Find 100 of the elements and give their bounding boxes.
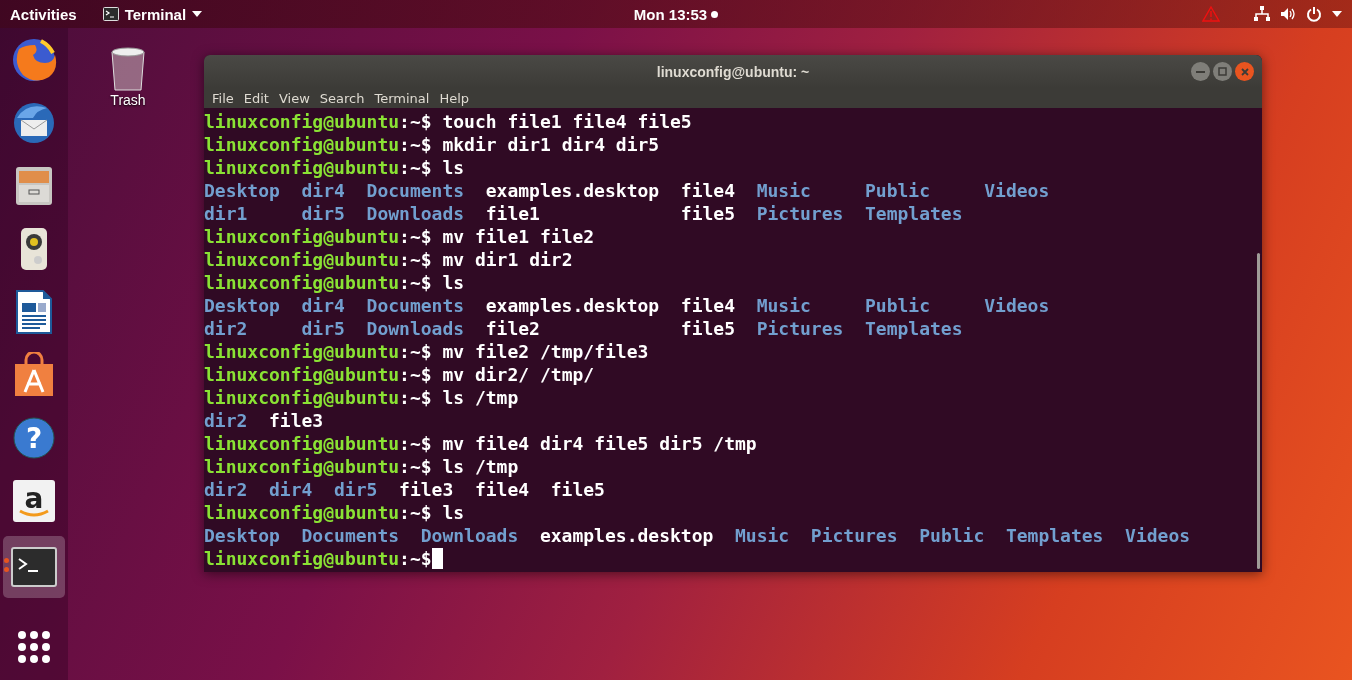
directory-name: Pictures xyxy=(810,524,899,547)
dock-button[interactable] xyxy=(3,536,65,598)
directory-name: Templates xyxy=(865,317,964,340)
directory-name: Pictures xyxy=(756,202,845,225)
command-text: ls /tmp xyxy=(441,386,519,409)
directory-name: dir2 xyxy=(204,317,249,340)
directory-name: Public xyxy=(865,294,932,317)
dock-button[interactable]: a xyxy=(3,473,65,529)
power-icon[interactable] xyxy=(1306,6,1322,22)
directory-name: Documents xyxy=(366,294,466,317)
letter-a-icon: a xyxy=(11,478,57,524)
prompt-user: linuxconfig@ubuntu xyxy=(204,271,400,294)
directory-name: Downloads xyxy=(420,524,520,547)
prompt-path: :~$ xyxy=(399,547,432,570)
prompt-user: linuxconfig@ubuntu xyxy=(204,432,400,455)
command-text: touch file1 file4 file5 xyxy=(441,110,692,133)
app-grid-icon xyxy=(17,630,51,664)
command-text: mkdir dir1 dir4 dir5 xyxy=(441,133,660,156)
scrollbar[interactable] xyxy=(1257,253,1260,569)
prompt-path: :~$ xyxy=(399,340,432,363)
directory-name: Downloads xyxy=(366,317,466,340)
app-menu-label: Terminal xyxy=(124,5,187,23)
directory-name: Music xyxy=(756,179,812,202)
directory-name: Public xyxy=(919,524,986,547)
command-text: mv file1 file2 xyxy=(441,225,595,248)
directory-name: Downloads xyxy=(366,202,466,225)
file-name: file4 xyxy=(474,478,531,501)
prompt-user: linuxconfig@ubuntu xyxy=(204,225,400,248)
prompt-path: :~$ xyxy=(399,225,432,248)
command-text: ls xyxy=(441,501,465,524)
caret-icon[interactable] xyxy=(1332,11,1342,17)
prompt-user: linuxconfig@ubuntu xyxy=(204,133,400,156)
app-menu-button[interactable]: Terminal xyxy=(98,5,207,23)
close-icon[interactable] xyxy=(1240,67,1249,76)
minimize-icon[interactable] xyxy=(1196,70,1205,73)
command-text: mv dir1 dir2 xyxy=(441,248,573,271)
file-name: file4 xyxy=(680,179,736,202)
prompt-user: linuxconfig@ubuntu xyxy=(204,110,400,133)
directory-name: dir2 xyxy=(204,409,249,432)
minimize-button[interactable] xyxy=(1191,62,1210,81)
directory-name: dir5 xyxy=(301,317,346,340)
command-text: ls xyxy=(441,271,465,294)
file-name: examples.desktop xyxy=(539,524,715,547)
file-name: file4 xyxy=(680,294,736,317)
directory-name: Pictures xyxy=(756,317,845,340)
file-name: file3 xyxy=(399,478,455,501)
directory-name: dir4 xyxy=(301,179,346,202)
trash-can-icon xyxy=(108,44,148,92)
maximize-button[interactable] xyxy=(1213,62,1232,81)
directory-name: dir4 xyxy=(269,478,314,501)
menu-item[interactable]: File xyxy=(207,88,239,108)
terminal-icon xyxy=(11,547,57,587)
command-text: ls /tmp xyxy=(441,455,519,478)
close-button[interactable] xyxy=(1235,62,1254,81)
clock-button[interactable]: Mon 13:53 xyxy=(633,5,708,23)
menu-item[interactable]: Help xyxy=(434,88,475,108)
file-name: file1 xyxy=(485,202,541,225)
activities-button[interactable]: Activities xyxy=(10,5,77,23)
command-text: mv dir2/ /tmp/ xyxy=(441,363,595,386)
menu-item[interactable]: Terminal xyxy=(369,88,435,108)
file-name: file5 xyxy=(680,317,736,340)
directory-name: Music xyxy=(735,524,791,547)
command-text: mv file4 dir4 file5 dir5 /tmp xyxy=(441,432,757,455)
terminal-icon xyxy=(102,7,119,21)
prompt-user: linuxconfig@ubuntu xyxy=(204,386,400,409)
prompt-path: :~$ xyxy=(399,432,432,455)
directory-name: Videos xyxy=(984,294,1051,317)
directory-name: dir5 xyxy=(301,202,346,225)
prompt-user: linuxconfig@ubuntu xyxy=(204,363,400,386)
directory-name: dir2 xyxy=(204,478,249,501)
network-icon[interactable] xyxy=(1254,6,1270,22)
prompt-path: :~$ xyxy=(399,110,432,133)
directory-name: Music xyxy=(756,294,812,317)
menu-item[interactable]: View xyxy=(273,88,315,108)
help-icon: ? xyxy=(11,415,57,461)
prompt-path: :~$ xyxy=(399,501,432,524)
directory-name: Public xyxy=(865,179,932,202)
directory-name: dir4 xyxy=(301,294,346,317)
command-text: mv file2 /tmp/file3 xyxy=(441,340,649,363)
volume-icon[interactable] xyxy=(1280,7,1296,21)
directory-name: dir5 xyxy=(334,478,379,501)
directory-name: Desktop xyxy=(204,179,281,202)
icon-label: Trash xyxy=(110,92,146,108)
file-name: file3 xyxy=(269,409,325,432)
caret-icon xyxy=(192,11,203,17)
maximize-icon[interactable] xyxy=(1218,67,1227,76)
directory-name: Desktop xyxy=(204,294,281,317)
directory-name: Documents xyxy=(366,179,466,202)
prompt-user: linuxconfig@ubuntu xyxy=(204,501,400,524)
prompt-user: linuxconfig@ubuntu xyxy=(204,156,400,179)
bird-envelope-icon xyxy=(11,100,57,146)
file-name: examples.desktop xyxy=(485,294,661,317)
dock-button[interactable]: ? xyxy=(3,410,65,466)
directory-name: Desktop xyxy=(204,524,281,547)
file-name: file2 xyxy=(485,317,541,340)
menu-item[interactable]: Edit xyxy=(238,88,274,108)
prompt-user: linuxconfig@ubuntu xyxy=(204,340,400,363)
menu-item[interactable]: Search xyxy=(314,88,370,108)
prompt-user: linuxconfig@ubuntu xyxy=(204,455,400,478)
directory-name: Templates xyxy=(865,202,964,225)
